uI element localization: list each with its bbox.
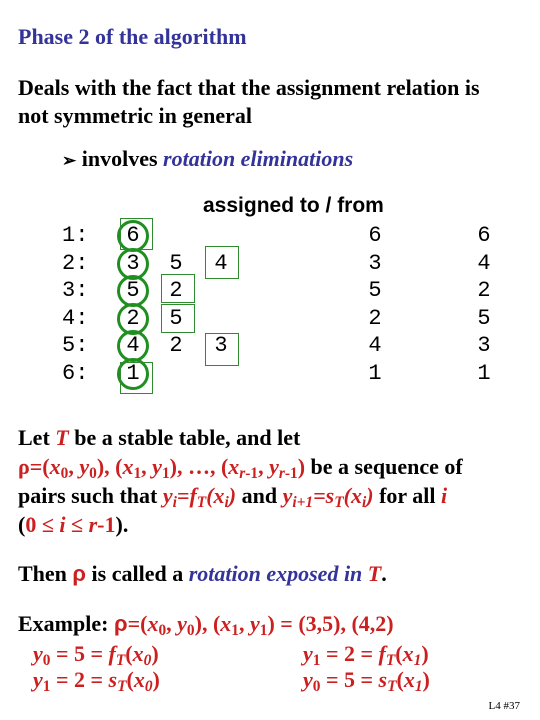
second-choice-cell: 5 — [169, 250, 183, 276]
assigned-to-cell: 6 — [368, 223, 382, 248]
example-eq-2a: y1 = 2 = sT(x0) — [33, 667, 160, 695]
highlight-box — [161, 274, 195, 303]
highlight-box — [120, 362, 153, 394]
row-label: 2: — [62, 250, 89, 276]
slide-title: Phase 2 of the algorithm — [18, 24, 247, 49]
bullet-emphasis: rotation eliminations — [163, 146, 354, 171]
highlight-box — [205, 333, 239, 366]
example-eq-1b: y1 = 2 = fT(x1) — [303, 641, 429, 669]
arrow-bullet-icon: ➢ — [62, 151, 77, 170]
definition-line-1: Let T be a stable table, and let — [18, 425, 301, 450]
bullet-item: ➢ involves rotation eliminations — [62, 145, 353, 175]
assigned-to-cell: 4 — [368, 333, 382, 358]
slide-number: L4 #37 — [488, 700, 520, 712]
example-line: Example: ρ=(x0, y0), (x1, y1) = (3,5), (… — [18, 611, 394, 639]
assigned-to-cell: 5 — [368, 278, 382, 303]
intro-line-2: not symmetric in general — [18, 103, 252, 128]
highlight-box — [120, 218, 153, 250]
second-choice-cell: 2 — [169, 333, 183, 358]
assigned-to-cell: 3 — [368, 250, 382, 276]
example-eq-2b: y0 = 5 = sT(x1) — [303, 667, 430, 695]
row-label: 5: — [62, 333, 89, 358]
row-label: 3: — [62, 278, 89, 303]
rotation-sequence: ρ=(x0, y0), (x1, y1), …, (xr-1, yr-1) — [18, 454, 306, 482]
highlight-box — [205, 246, 239, 279]
assigned-from-cell: 6 — [477, 223, 491, 248]
assigned-to-cell: 2 — [368, 305, 382, 331]
row-label: 6: — [62, 360, 89, 386]
row-label: 4: — [62, 305, 89, 331]
conclusion: Then ρ is called a rotation exposed in T… — [18, 561, 387, 586]
assigned-from-cell: 2 — [477, 278, 491, 303]
intro-line-1: Deals with the fact that the assignment … — [18, 75, 480, 100]
assigned-from-cell: 3 — [477, 333, 491, 358]
bullet-prefix: involves — [81, 146, 158, 171]
assigned-from-cell: 4 — [477, 250, 491, 276]
example-eq-1a: y0 = 5 = fT(x0) — [33, 641, 159, 669]
assigned-from-cell: 5 — [477, 305, 491, 331]
definition-line-2: ρ=(x0, y0), (x1, y1), …, (xr-1, yr-1) be… — [18, 454, 463, 482]
assigned-from-cell: 1 — [477, 360, 491, 386]
assigned-to-cell: 1 — [368, 360, 382, 386]
table-header: assigned to / from — [203, 194, 384, 217]
highlight-box — [161, 304, 195, 333]
table-symbol: T — [55, 425, 69, 450]
row-label: 1: — [62, 223, 89, 248]
definition-line-3: pairs such that yi=fT(xi) and yi+1=sT(xi… — [18, 483, 448, 511]
definition-line-4: (0 ≤ i ≤ r-1). — [18, 512, 129, 537]
